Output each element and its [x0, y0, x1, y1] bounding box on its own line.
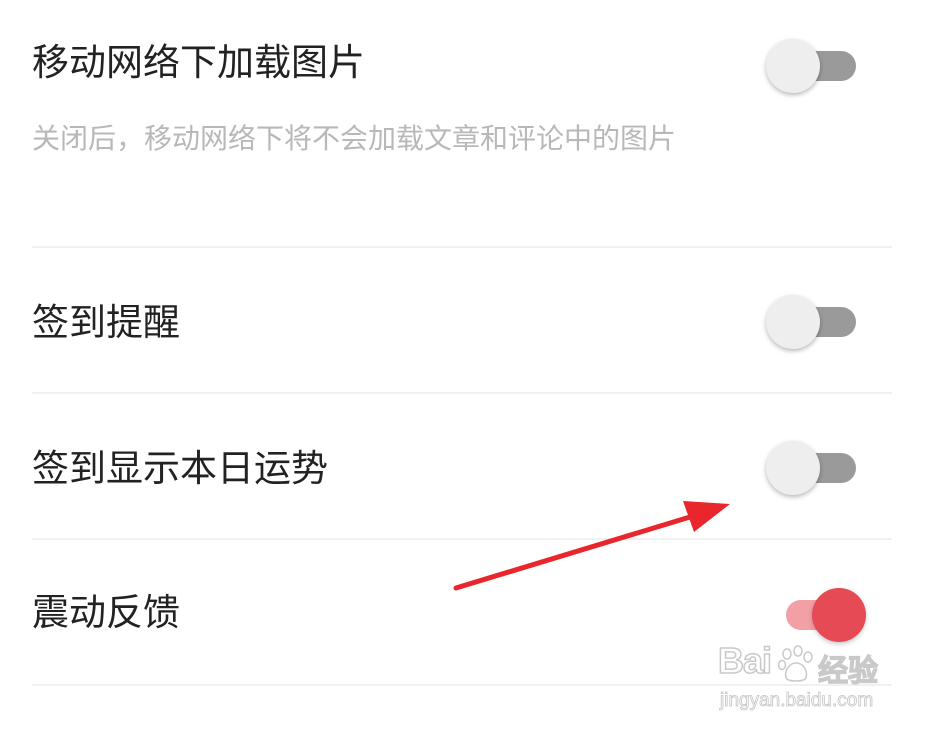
vibration-feedback-toggle[interactable] — [776, 585, 868, 645]
paw-icon — [777, 645, 813, 682]
setting-title-checkin-reminder: 签到提醒 — [32, 301, 180, 344]
watermark-brand-text: Bai — [717, 639, 773, 682]
setting-title-vibration-feedback: 震动反馈 — [32, 591, 180, 634]
setting-row-daily-fortune[interactable]: 签到显示本日运势 — [0, 394, 938, 540]
mobile-images-toggle[interactable] — [766, 36, 858, 96]
setting-title-daily-fortune: 签到显示本日运势 — [32, 447, 328, 490]
daily-fortune-toggle[interactable] — [766, 438, 858, 498]
setting-description-mobile-images: 关闭后，移动网络下将不会加载文章和评论中的图片 — [32, 122, 677, 155]
toggle-knob — [766, 39, 820, 93]
toggle-knob — [812, 588, 866, 642]
baidu-jingyan-watermark: Bai 经验 jingyan.baidu.com — [717, 639, 898, 720]
checkin-reminder-toggle[interactable] — [766, 292, 858, 352]
watermark-brand-suffix: 经验 — [817, 653, 878, 689]
settings-screen: 移动网络下加载图片 关闭后，移动网络下将不会加载文章和评论中的图片 签到提醒 签… — [0, 0, 938, 732]
setting-row-checkin-reminder[interactable]: 签到提醒 — [0, 248, 938, 394]
toggle-knob — [766, 295, 820, 349]
setting-title-mobile-images: 移动网络下加载图片 — [32, 41, 365, 84]
toggle-knob — [766, 441, 820, 495]
watermark-url: jingyan.baidu.com — [720, 690, 874, 712]
setting-row-mobile-images[interactable]: 移动网络下加载图片 关闭后，移动网络下将不会加载文章和评论中的图片 — [0, 0, 938, 248]
